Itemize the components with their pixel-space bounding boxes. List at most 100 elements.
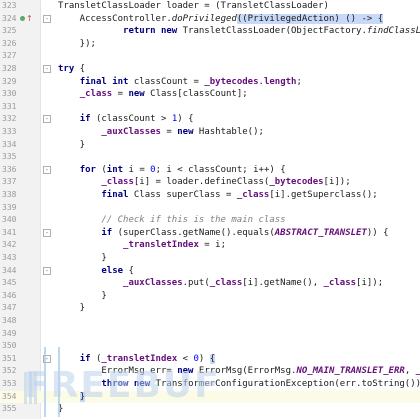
code-text: TransletClassLoader loader = (TransletCl… bbox=[58, 0, 329, 13]
code-line[interactable]: 340 // Check if this is the main class bbox=[0, 214, 420, 227]
line-number[interactable]: 351 bbox=[2, 353, 22, 366]
code-line[interactable]: 335 bbox=[0, 151, 420, 164]
code-text: return new TransletClassLoader(ObjectFac… bbox=[58, 25, 420, 38]
code-text: _auxClasses.put(_class[i].getName(), _cl… bbox=[58, 277, 383, 290]
line-number[interactable]: 333 bbox=[2, 126, 22, 139]
code-token: .put( bbox=[182, 278, 210, 289]
line-number[interactable]: 352 bbox=[2, 365, 22, 378]
code-line[interactable]: 342 _transletIndex = i; bbox=[0, 239, 420, 252]
line-number[interactable]: 330 bbox=[2, 88, 22, 101]
line-number[interactable]: 350 bbox=[2, 340, 22, 353]
code-line[interactable]: 348 bbox=[0, 315, 420, 328]
code-line[interactable]: 338 final Class superClass = _class[i].g… bbox=[0, 189, 420, 202]
fold-toggle-icon[interactable]: - bbox=[43, 14, 51, 23]
code-line[interactable]: 352 ErrorMsg err= new ErrorMsg(ErrorMsg.… bbox=[0, 365, 420, 378]
line-number[interactable]: 337 bbox=[2, 176, 22, 189]
code-line[interactable]: 327 bbox=[0, 50, 420, 63]
code-token: } bbox=[79, 391, 86, 402]
lambda-marker-icon[interactable]: ↑ bbox=[26, 13, 33, 26]
line-number[interactable]: 344 bbox=[2, 265, 22, 278]
line-number[interactable]: 338 bbox=[2, 189, 22, 202]
indent-guide bbox=[44, 347, 46, 417]
code-line[interactable]: 331 bbox=[0, 101, 420, 114]
code-line[interactable]: 347 } bbox=[0, 302, 420, 315]
code-line[interactable]: 324 ↑ - AccessController.doPrivileged((Pri… bbox=[0, 13, 420, 26]
line-number[interactable]: 346 bbox=[2, 290, 22, 303]
code-line[interactable]: 330 _class = new Class[classCount]; bbox=[0, 88, 420, 101]
code-token: else bbox=[101, 265, 124, 276]
code-line[interactable]: 351- if (_transletIndex < 0) { bbox=[0, 353, 420, 366]
line-number[interactable]: 353 bbox=[2, 378, 22, 391]
code-line[interactable]: 344 - else { bbox=[0, 265, 420, 278]
code-text: try { bbox=[58, 63, 85, 76]
fold-toggle-icon[interactable]: - bbox=[43, 115, 51, 124]
code-token: if bbox=[101, 227, 113, 238]
code-token: new bbox=[128, 89, 145, 100]
code-line[interactable]: 329 final int classCount = _bytecodes.le… bbox=[0, 76, 420, 89]
line-number[interactable]: 340 bbox=[2, 214, 22, 227]
code-token: TransformerConfigurationException(err.to… bbox=[150, 379, 420, 389]
code-token: , bbox=[404, 366, 416, 377]
code-line[interactable]: 354 } bbox=[0, 390, 420, 404]
line-number[interactable]: 326 bbox=[2, 38, 22, 51]
line-number[interactable]: 327 bbox=[2, 50, 22, 63]
code-line[interactable]: 334 } bbox=[0, 139, 420, 152]
code-text: _transletIndex = i; bbox=[58, 239, 226, 252]
code-line[interactable]: 343 } bbox=[0, 252, 420, 265]
implementation-marker-icon[interactable] bbox=[20, 15, 25, 21]
code-line[interactable]: 345 _auxClasses.put(_class[i].getName(),… bbox=[0, 277, 420, 290]
code-line[interactable]: 349 bbox=[0, 328, 420, 341]
code-token: NO_MAIN_TRANSLET_ERR bbox=[296, 366, 405, 377]
fold-toggle-icon[interactable]: - bbox=[43, 266, 51, 275]
line-number[interactable]: 325 bbox=[2, 25, 22, 38]
code-line[interactable]: 350 bbox=[0, 340, 420, 353]
line-number[interactable]: 343 bbox=[2, 252, 22, 265]
code-token: new bbox=[177, 127, 194, 137]
line-number[interactable]: 339 bbox=[2, 202, 22, 215]
code-token: ErrorMsg(ErrorMsg. bbox=[193, 366, 297, 377]
line-number[interactable]: 334 bbox=[2, 139, 22, 152]
code-line[interactable]: 332 - if (classCount > 1) { bbox=[0, 113, 420, 126]
line-number[interactable]: 345 bbox=[2, 277, 22, 290]
line-number[interactable]: 328 bbox=[2, 63, 22, 76]
line-number[interactable]: 342 bbox=[2, 239, 22, 252]
code-line[interactable]: 339 bbox=[0, 202, 420, 215]
line-number[interactable]: 355 bbox=[2, 403, 22, 416]
code-token: [i].getName(), bbox=[242, 278, 324, 289]
code-line[interactable]: 337 _class[i] = loader.defineClass(_byte… bbox=[0, 176, 420, 189]
code-line[interactable]: 355} bbox=[0, 403, 420, 416]
code-line[interactable]: 353 throw new TransformerConfigurationEx… bbox=[0, 378, 420, 391]
code-text: } bbox=[58, 302, 85, 315]
code-token: = bbox=[160, 127, 178, 137]
code-line[interactable]: 328 - try { bbox=[0, 63, 420, 76]
line-number[interactable]: 348 bbox=[2, 315, 22, 328]
code-token: _class bbox=[209, 278, 243, 289]
line-number[interactable]: 335 bbox=[2, 151, 22, 164]
code-line[interactable]: 333 _auxClasses = new Hashtable(); bbox=[0, 126, 420, 139]
line-number[interactable]: 332 bbox=[2, 113, 22, 126]
code-token: doPrivileged bbox=[171, 13, 237, 24]
code-token: [i]); bbox=[323, 177, 351, 188]
line-number[interactable]: 347 bbox=[2, 302, 22, 315]
fold-toggle-icon[interactable]: - bbox=[43, 228, 51, 237]
code-token: { bbox=[209, 353, 216, 364]
code-text: ErrorMsg err= new ErrorMsg(ErrorMsg.NO_M… bbox=[58, 365, 420, 378]
code-line[interactable]: 346 } bbox=[0, 290, 420, 303]
code-line[interactable]: 326 }); bbox=[0, 38, 420, 51]
code-line[interactable]: 341 - if (superClass.getName().equals(ABS… bbox=[0, 227, 420, 240]
code-line[interactable]: 336 - for (int i = 0; i < classCount; i++… bbox=[0, 164, 420, 177]
line-number[interactable]: 336 bbox=[2, 164, 22, 177]
fold-toggle-icon[interactable]: - bbox=[43, 165, 51, 174]
code-line[interactable]: 325 return new TransletClassLoader(Objec… bbox=[0, 25, 420, 38]
code-line[interactable]: 323 TransletClassLoader loader = (Transle… bbox=[0, 0, 420, 13]
line-number[interactable]: 354 bbox=[2, 391, 22, 404]
code-editor[interactable]: 323 TransletClassLoader loader = (Transle… bbox=[0, 0, 420, 419]
line-number[interactable]: 349 bbox=[2, 328, 22, 341]
fold-toggle-icon[interactable]: - bbox=[43, 65, 51, 73]
line-number[interactable]: 329 bbox=[2, 76, 22, 89]
line-number[interactable]: 324 bbox=[2, 13, 22, 26]
line-number[interactable]: 341 bbox=[2, 227, 22, 240]
line-number[interactable]: 331 bbox=[2, 101, 22, 114]
line-number[interactable]: 323 bbox=[2, 0, 22, 13]
